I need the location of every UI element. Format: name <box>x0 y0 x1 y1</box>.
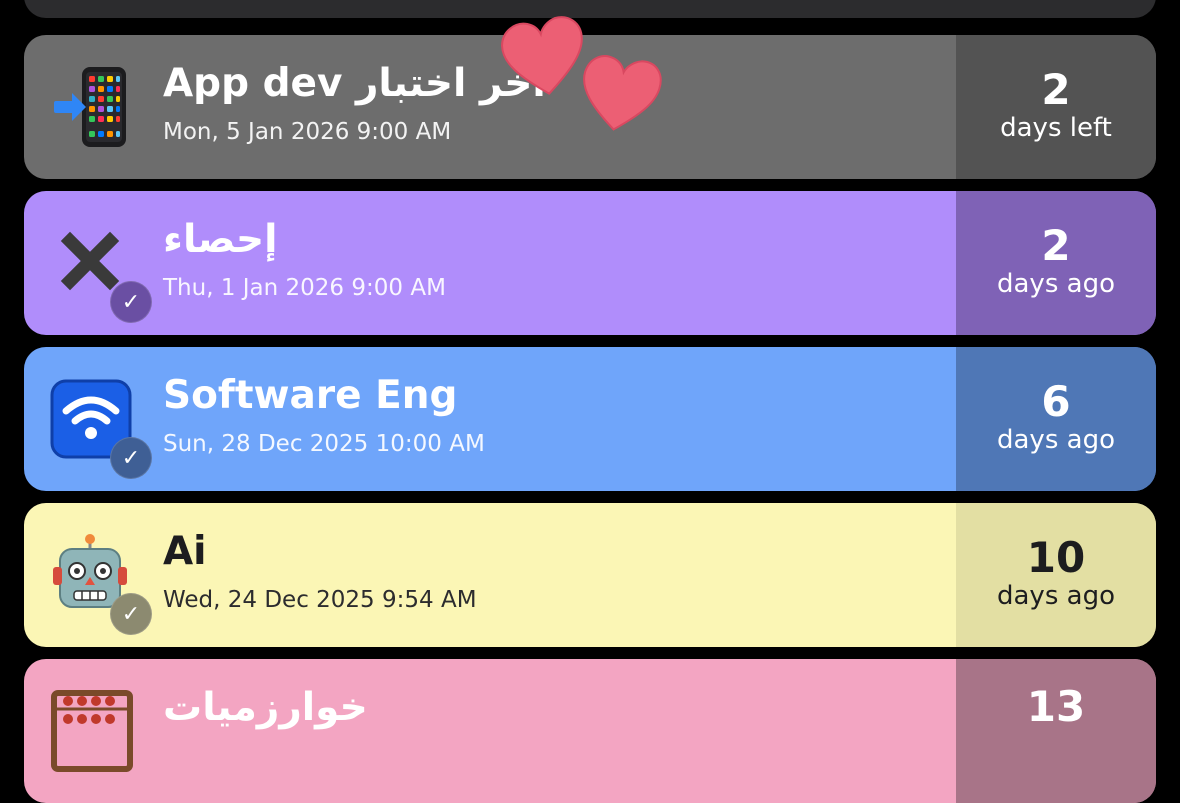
countdown-unit: days ago <box>997 425 1115 456</box>
event-card-ai[interactable]: ✓ Ai Wed, 24 Dec 2025 9:54 AM 10 days ag… <box>24 503 1156 647</box>
event-card-statistics[interactable]: ✓ إحصاء Thu, 1 Jan 2026 9:00 AM 2 days a… <box>24 191 1156 335</box>
event-title: خوارزميات <box>163 685 368 730</box>
countdown-unit: days ago <box>997 581 1115 612</box>
event-date: Thu, 1 Jan 2026 9:00 AM <box>163 275 446 301</box>
event-card-main: ✓ Software Eng Sun, 28 Dec 2025 10:00 AM <box>24 347 956 491</box>
event-title: آخر اختبار App dev <box>163 61 546 106</box>
countdown-number: 13 <box>1026 682 1086 731</box>
countdown-number: 6 <box>1041 377 1071 427</box>
countdown-unit: days left <box>1000 113 1112 144</box>
heart-sticker-icon <box>576 50 664 140</box>
completed-check-icon: ✓ <box>110 437 152 479</box>
countdown-panel: 2 days left <box>956 35 1156 179</box>
event-card-main <box>24 0 1156 18</box>
cross-mark-icon: ✓ <box>50 221 152 323</box>
abacus-icon <box>50 689 134 773</box>
countdown-panel: 13 <box>956 659 1156 803</box>
event-title: Ai <box>163 529 207 574</box>
countdown-number: 10 <box>1026 533 1086 583</box>
countdown-panel: 10 days ago <box>956 503 1156 647</box>
event-date: Wed, 24 Dec 2025 9:54 AM <box>163 587 477 613</box>
countdown-panel: 2 days ago <box>956 191 1156 335</box>
event-card-software-eng[interactable]: ✓ Software Eng Sun, 28 Dec 2025 10:00 AM… <box>24 347 1156 491</box>
completed-check-icon: ✓ <box>110 281 152 323</box>
event-card-main: آخر اختبار App dev Mon, 5 Jan 2026 9:00 … <box>24 35 956 179</box>
countdown-number: 2 <box>1041 221 1071 271</box>
event-card-main: ✓ إحصاء Thu, 1 Jan 2026 9:00 AM <box>24 191 956 335</box>
event-card-algorithms[interactable]: خوارزميات 13 <box>24 659 1156 803</box>
event-card-partial-top[interactable] <box>24 0 1156 18</box>
countdown-unit: days ago <box>997 269 1115 300</box>
countdown-panel: 6 days ago <box>956 347 1156 491</box>
robot-icon: ✓ <box>50 533 152 635</box>
countdown-number: 2 <box>1041 65 1071 115</box>
event-title: Software Eng <box>163 373 458 418</box>
mobile-phone-arrow-icon <box>50 65 134 149</box>
event-title: إحصاء <box>163 217 278 262</box>
event-date: Sun, 28 Dec 2025 10:00 AM <box>163 431 485 457</box>
wifi-icon: ✓ <box>50 377 152 479</box>
completed-check-icon: ✓ <box>110 593 152 635</box>
event-card-main: خوارزميات <box>24 659 956 803</box>
event-card-main: ✓ Ai Wed, 24 Dec 2025 9:54 AM <box>24 503 956 647</box>
event-date: Mon, 5 Jan 2026 9:00 AM <box>163 119 452 145</box>
